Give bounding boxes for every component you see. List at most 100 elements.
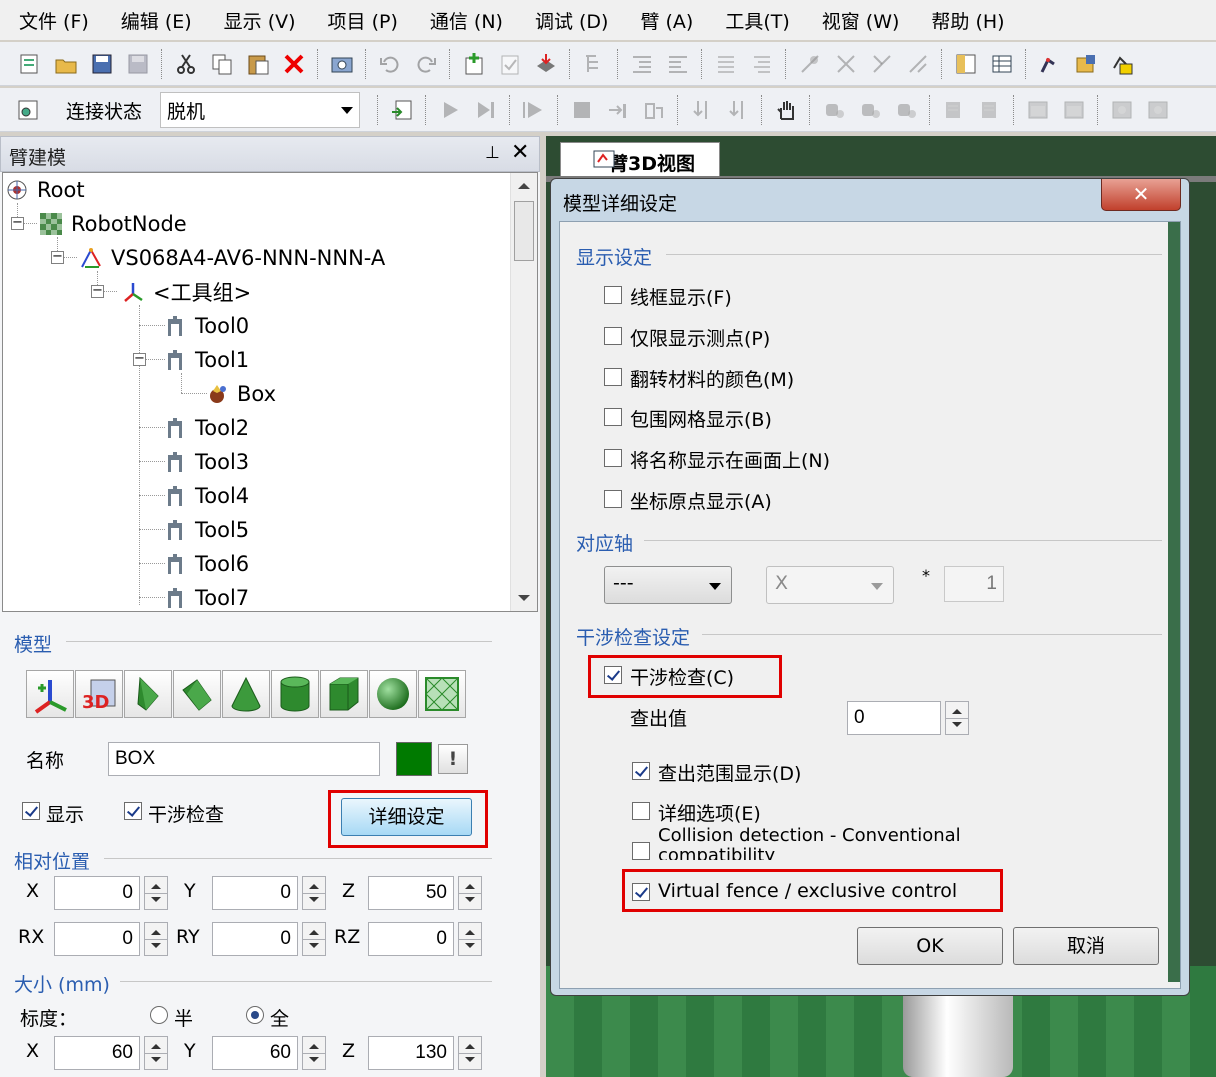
axis-combo[interactable]: --- xyxy=(604,566,732,604)
tree-collapse-toggle[interactable]: − xyxy=(51,250,64,264)
tree-node-tool2[interactable]: Tool2 xyxy=(163,413,249,443)
tree-node-robotnode[interactable]: RobotNode xyxy=(39,209,187,239)
open-icon[interactable] xyxy=(53,51,79,77)
tree-node-tool5[interactable]: Tool5 xyxy=(163,515,249,545)
cancel-button[interactable]: 取消 xyxy=(1013,927,1159,965)
uncomment-icon[interactable] xyxy=(749,51,775,77)
panel-icon[interactable] xyxy=(953,51,979,77)
pos-x-spinner[interactable] xyxy=(144,876,168,910)
menu-help[interactable]: 帮助 (H) xyxy=(912,7,1017,34)
tree-node-toolgroup[interactable]: <工具组> xyxy=(121,277,251,307)
tree-collapse-toggle[interactable]: − xyxy=(91,284,104,298)
transfer-icon[interactable] xyxy=(389,97,415,123)
cycle-run-icon[interactable] xyxy=(521,97,547,123)
invert-material-checkbox[interactable] xyxy=(604,368,622,386)
tree-collapse-toggle[interactable]: − xyxy=(11,216,24,230)
tree-node-tool3[interactable]: Tool3 xyxy=(163,447,249,477)
axis-move-1-icon[interactable] xyxy=(821,97,847,123)
scale-full-radio[interactable] xyxy=(246,1006,264,1024)
tab-arm-3d-view[interactable]: 臂3D视图 xyxy=(560,142,720,176)
axis-move-3-icon[interactable] xyxy=(893,97,919,123)
detail-options-checkbox[interactable] xyxy=(632,802,650,820)
step-run-icon[interactable] xyxy=(473,97,499,123)
indent-icon[interactable] xyxy=(629,51,655,77)
axis-shape-button[interactable] xyxy=(26,670,74,718)
size-y-spinner[interactable] xyxy=(302,1036,326,1070)
add-item-icon[interactable] xyxy=(461,51,487,77)
pos-z-input[interactable] xyxy=(368,876,454,910)
menu-tools[interactable]: 工具(T) xyxy=(706,7,802,34)
axis-jog-2-icon[interactable] xyxy=(977,97,1003,123)
comment-icon[interactable] xyxy=(713,51,739,77)
outdent-icon[interactable] xyxy=(665,51,691,77)
menu-file[interactable]: 文件 (F) xyxy=(0,7,102,34)
size-x-input[interactable] xyxy=(54,1036,140,1070)
wedge-shape-button[interactable] xyxy=(173,670,221,718)
breakpoint-icon[interactable] xyxy=(797,51,823,77)
virtual-fence-checkbox[interactable] xyxy=(632,883,650,901)
breakpoint-clear-icon[interactable] xyxy=(833,51,859,77)
pos-x-input[interactable] xyxy=(54,876,140,910)
exclamation-button[interactable]: ! xyxy=(438,744,468,774)
menu-project[interactable]: 项目 (P) xyxy=(309,7,411,34)
run-icon[interactable] xyxy=(437,97,463,123)
interference-checkbox[interactable] xyxy=(124,802,142,820)
pos-z-spinner[interactable] xyxy=(458,876,482,910)
window-4-icon[interactable] xyxy=(1145,97,1171,123)
pos-rz-input[interactable] xyxy=(368,922,454,956)
window-1-icon[interactable] xyxy=(1025,97,1051,123)
stop-icon[interactable] xyxy=(569,97,595,123)
pos-ry-input[interactable] xyxy=(212,922,298,956)
tree-node-box[interactable]: Box xyxy=(205,379,276,409)
save-icon[interactable] xyxy=(125,51,151,77)
scale-half-radio[interactable] xyxy=(150,1006,168,1024)
interference-check-checkbox[interactable] xyxy=(604,666,622,684)
menu-window[interactable]: 视窗 (W) xyxy=(803,7,913,34)
axis-xyz-combo[interactable]: X xyxy=(766,566,894,604)
bounding-grid-checkbox[interactable] xyxy=(604,408,622,426)
dialog-close-button[interactable]: ✕ xyxy=(1101,179,1181,211)
size-z-input[interactable] xyxy=(368,1036,454,1070)
dialog-scrollbar[interactable] xyxy=(1168,222,1180,982)
tree-scrollbar[interactable] xyxy=(510,173,537,611)
pos-y-spinner[interactable] xyxy=(302,876,326,910)
cube-shape-button[interactable] xyxy=(320,670,368,718)
ok-button[interactable]: OK xyxy=(857,927,1003,965)
tree-collapse-toggle[interactable]: − xyxy=(133,352,146,366)
scroll-up-icon[interactable] xyxy=(518,183,530,189)
close-icon[interactable]: ✕ xyxy=(511,140,529,165)
axis-jog-1-icon[interactable] xyxy=(941,97,967,123)
step-into-icon[interactable] xyxy=(605,97,631,123)
cylinder-shape-button[interactable] xyxy=(271,670,319,718)
save-all-icon[interactable] xyxy=(89,51,115,77)
show-name-checkbox[interactable] xyxy=(604,449,622,467)
pos-rx-input[interactable] xyxy=(54,922,140,956)
axis-move-2-icon[interactable] xyxy=(857,97,883,123)
undo-icon[interactable] xyxy=(377,51,403,77)
menu-arm[interactable]: 臂 (A) xyxy=(621,7,706,34)
menu-debug[interactable]: 调试 (D) xyxy=(516,7,622,34)
tree-node-tool7[interactable]: Tool7 xyxy=(163,583,249,611)
detail-settings-button[interactable]: 详细设定 xyxy=(341,798,472,836)
cut-icon[interactable] xyxy=(173,51,199,77)
axis-multiplier-input[interactable] xyxy=(944,566,1004,602)
arm-io-icon[interactable] xyxy=(1109,51,1135,77)
menu-edit[interactable]: 编辑 (E) xyxy=(102,7,205,34)
sphere-shape-button[interactable] xyxy=(369,670,417,718)
step-down-icon[interactable] xyxy=(689,97,715,123)
size-x-spinner[interactable] xyxy=(144,1036,168,1070)
prism-shape-button[interactable] xyxy=(124,670,172,718)
cone-shape-button[interactable] xyxy=(222,670,270,718)
mesh-shape-button[interactable] xyxy=(418,670,466,718)
menu-comm[interactable]: 通信 (N) xyxy=(411,7,516,34)
3d-import-button[interactable]: 3D xyxy=(75,670,123,718)
tree-node-tool4[interactable]: Tool4 xyxy=(163,481,249,511)
scroll-down-icon[interactable] xyxy=(518,595,530,601)
detect-range-checkbox[interactable] xyxy=(632,762,650,780)
copy-icon[interactable] xyxy=(209,51,235,77)
step-back-icon[interactable] xyxy=(725,97,751,123)
size-y-input[interactable] xyxy=(212,1036,298,1070)
window-2-icon[interactable] xyxy=(1061,97,1087,123)
step-over-icon[interactable] xyxy=(641,97,667,123)
scroll-thumb[interactable] xyxy=(514,201,534,261)
